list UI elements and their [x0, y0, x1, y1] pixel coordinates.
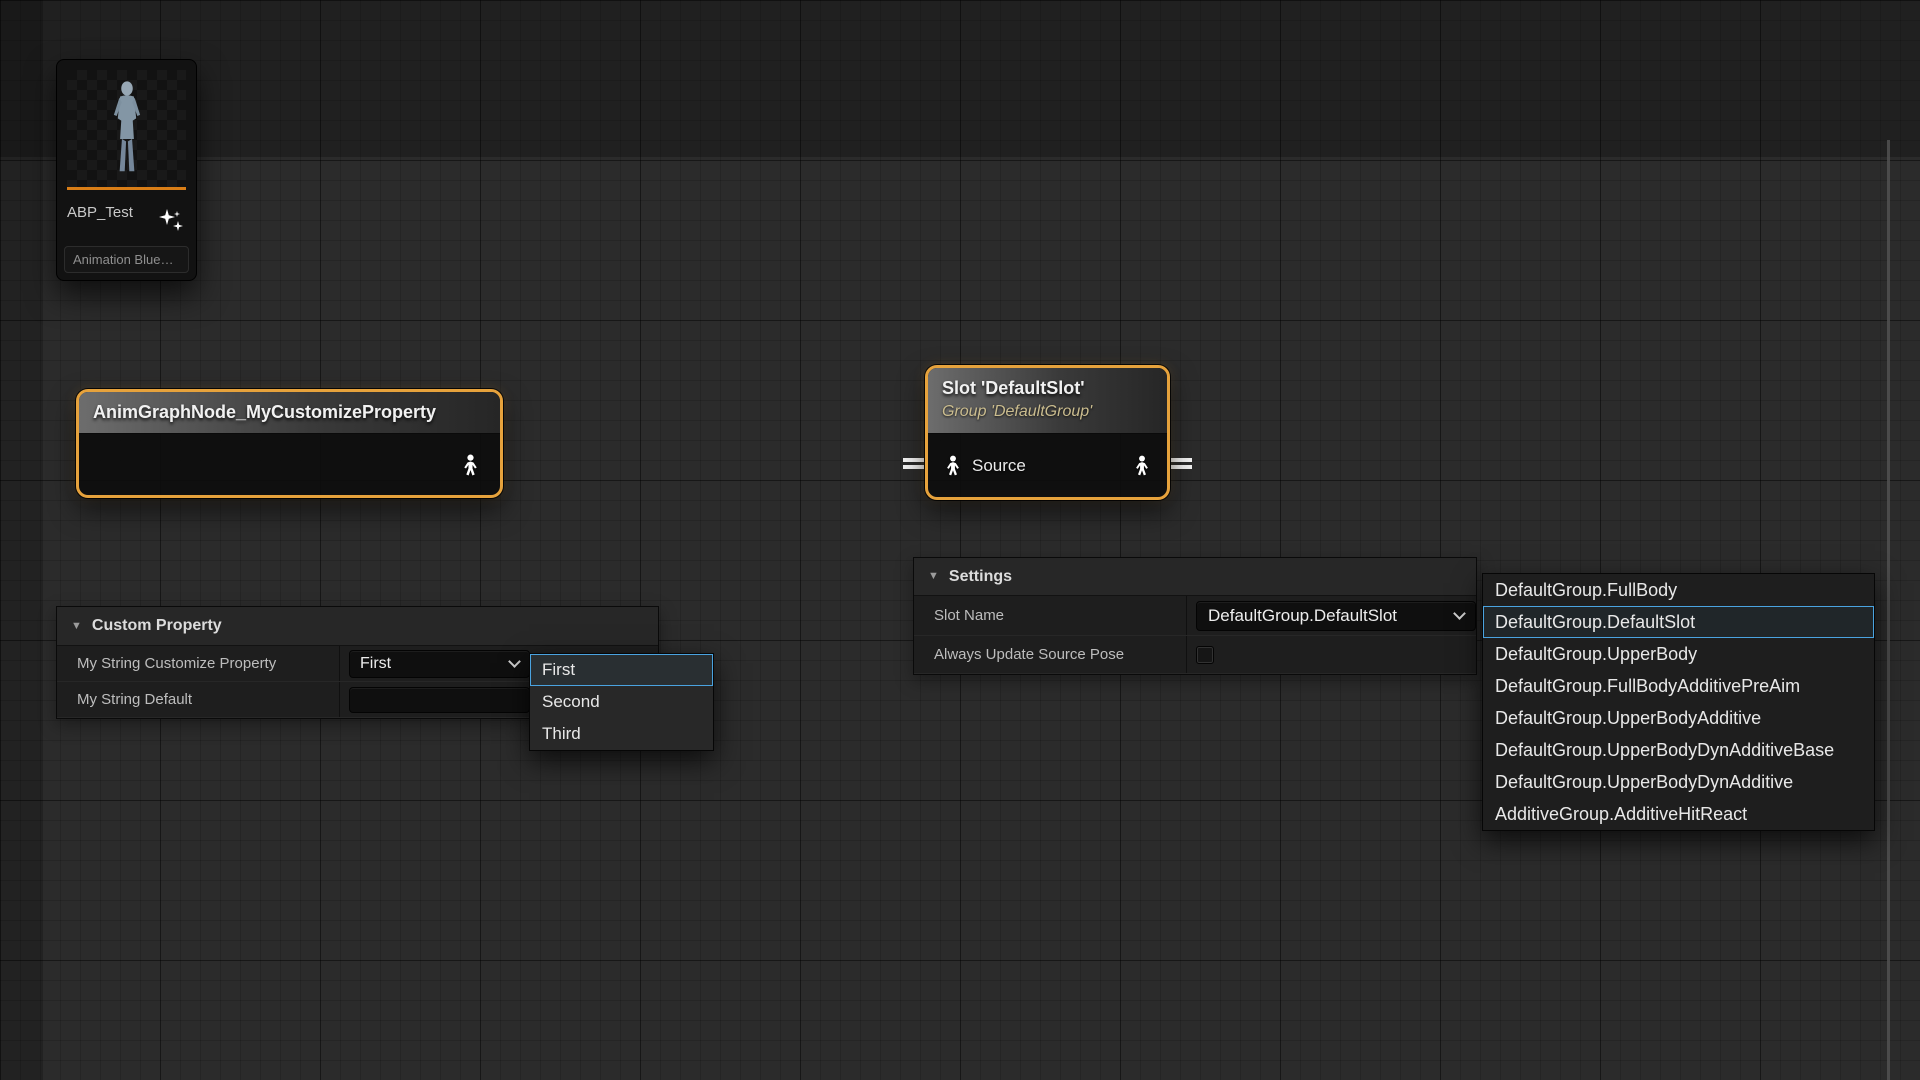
animation-sparkle-icon [158, 208, 184, 234]
chevron-down-icon [508, 655, 521, 668]
panel-splitter[interactable] [1887, 140, 1890, 1080]
property-row: Slot Name DefaultGroup.DefaultSlot [914, 596, 1476, 636]
source-pin-label: Source [972, 456, 1026, 476]
pose-output-pin[interactable] [461, 454, 480, 476]
property-value-cell [1186, 636, 1476, 673]
section-title: Settings [949, 568, 1012, 586]
node-header: AnimGraphNode_MyCustomizeProperty [79, 392, 500, 434]
custom-property-section-header[interactable]: ▼ Custom Property [57, 607, 658, 646]
node-slot-defaultslot[interactable]: Slot 'DefaultSlot' Group 'DefaultGroup' … [925, 365, 1170, 500]
settings-section-header[interactable]: ▼ Settings [914, 558, 1476, 596]
dropdown-item-second[interactable]: Second [530, 686, 713, 718]
slot-name-combo[interactable]: DefaultGroup.DefaultSlot [1196, 601, 1476, 631]
node-body [79, 434, 500, 495]
slot-option[interactable]: DefaultGroup.FullBody [1483, 574, 1874, 606]
asset-drag-preview[interactable]: ABP_Test Animation Blue… [56, 59, 197, 281]
node-header: Slot 'DefaultSlot' Group 'DefaultGroup' [928, 368, 1167, 434]
property-label: My String Default [57, 682, 339, 717]
collapse-triangle-icon[interactable]: ▼ [928, 571, 939, 582]
slot-option[interactable]: DefaultGroup.UpperBodyAdditive [1483, 702, 1874, 734]
animation-blueprint-editor: ABP_Test Animation Blue… AnimGraphNode_M… [0, 0, 1920, 1080]
string-property-dropdown: First Second Third [529, 653, 714, 751]
mannequin-thumbnail-figure [104, 79, 150, 183]
slot-option[interactable]: DefaultGroup.UpperBodyDynAdditiveBase [1483, 734, 1874, 766]
property-value-cell: DefaultGroup.DefaultSlot [1186, 596, 1476, 635]
property-label: Always Update Source Pose [914, 636, 1186, 673]
asset-thumbnail [67, 70, 186, 190]
dropdown-item-first[interactable]: First [530, 654, 713, 686]
always-update-source-pose-checkbox[interactable] [1196, 646, 1214, 664]
node-title: AnimGraphNode_MyCustomizeProperty [93, 402, 436, 423]
property-row: Always Update Source Pose [914, 636, 1476, 674]
slot-option[interactable]: DefaultGroup.UpperBodyDynAdditive [1483, 766, 1874, 798]
property-label: Slot Name [914, 596, 1186, 635]
my-string-default-input[interactable] [349, 687, 530, 713]
node-animgraph-customize-property[interactable]: AnimGraphNode_MyCustomizeProperty [76, 389, 503, 498]
pose-pin-person-icon [944, 455, 962, 476]
pose-pin-person-icon [1133, 455, 1151, 476]
my-string-customize-property-combo[interactable]: First [349, 650, 530, 678]
pose-wire-stub-left[interactable] [903, 458, 924, 469]
slot-option[interactable]: DefaultGroup.UpperBody [1483, 638, 1874, 670]
slot-option[interactable]: AdditiveGroup.AdditiveHitReact [1483, 798, 1874, 830]
pose-pin-person-icon [461, 454, 480, 476]
slot-name-dropdown: DefaultGroup.FullBody DefaultGroup.Defau… [1482, 573, 1875, 831]
property-label: My String Customize Property [57, 646, 339, 681]
slot-option[interactable]: DefaultGroup.FullBodyAdditivePreAim [1483, 670, 1874, 702]
node-title: Slot 'DefaultSlot' [942, 378, 1153, 399]
pose-wire-stub-right[interactable] [1171, 458, 1192, 469]
graph-left-shadow [0, 0, 43, 1080]
combo-selected-value: First [360, 655, 391, 673]
blueprint-graph-canvas[interactable] [0, 0, 1920, 1080]
settings-panel: ▼ Settings Slot Name DefaultGroup.Defaul… [913, 557, 1477, 675]
node-subtitle: Group 'DefaultGroup' [942, 403, 1153, 421]
section-title: Custom Property [92, 617, 222, 635]
pose-input-pin[interactable] [944, 455, 962, 476]
dropdown-item-third[interactable]: Third [530, 718, 713, 750]
slot-option[interactable]: DefaultGroup.DefaultSlot [1483, 606, 1874, 638]
graph-top-shadow [0, 0, 1920, 157]
chevron-down-icon [1453, 607, 1466, 620]
node-body: Source [928, 434, 1167, 497]
collapse-triangle-icon[interactable]: ▼ [71, 621, 82, 632]
pose-output-pin[interactable] [1133, 455, 1151, 476]
asset-type-label: Animation Blue… [64, 246, 189, 273]
combo-selected-value: DefaultGroup.DefaultSlot [1208, 606, 1397, 626]
